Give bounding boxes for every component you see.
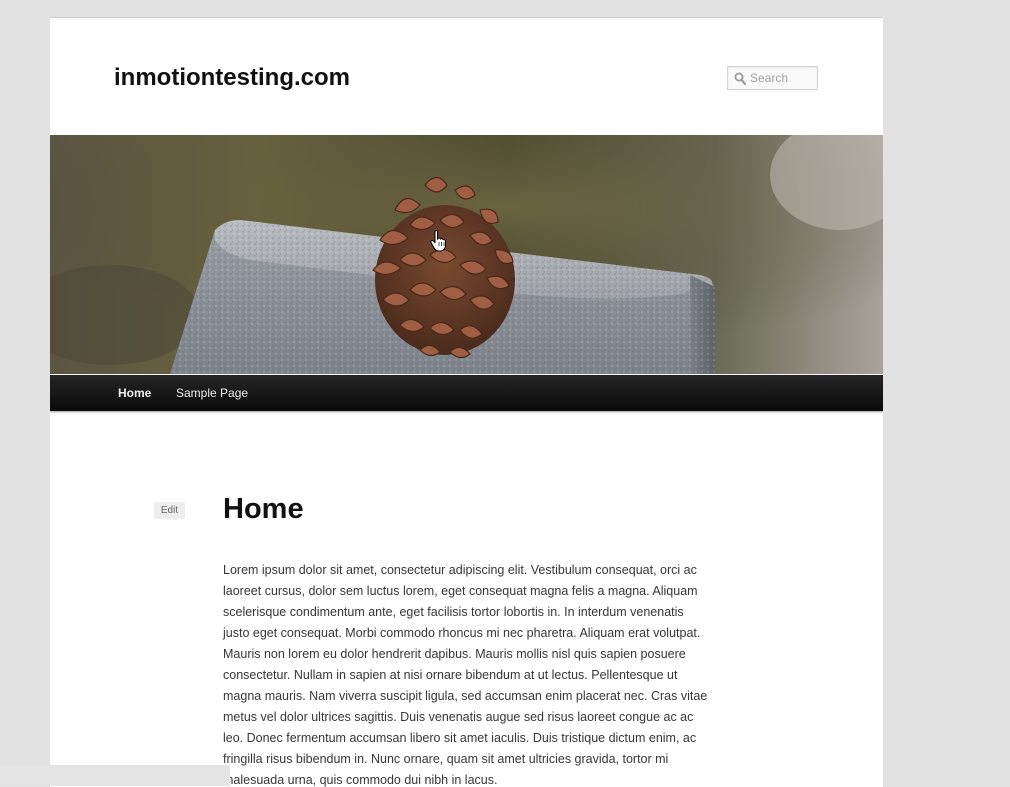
nav-item-home[interactable]: Home: [118, 386, 151, 400]
site-title[interactable]: inmotiontesting.com: [114, 64, 350, 92]
nav-item-sample-page[interactable]: Sample Page: [176, 386, 248, 400]
status-bar-overlay: [0, 765, 230, 786]
page-container: inmotiontesting.com Search Home Sample P…: [50, 17, 883, 787]
edit-button[interactable]: Edit: [154, 502, 185, 519]
search-icon: [734, 72, 746, 85]
page-title: Home: [223, 493, 304, 525]
hand-pointer-cursor-icon: [430, 230, 446, 252]
header-image[interactable]: [50, 135, 883, 374]
search-input[interactable]: [750, 69, 814, 87]
search-box[interactable]: [727, 66, 818, 90]
main-navigation: Home Sample Page: [50, 375, 883, 411]
entry-content: Lorem ipsum dolor sit amet, consectetur …: [223, 563, 708, 787]
